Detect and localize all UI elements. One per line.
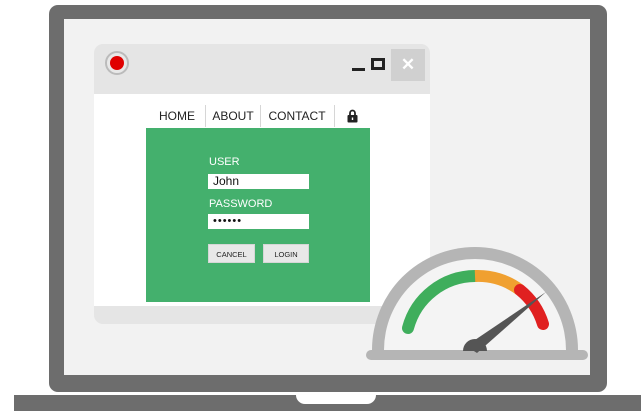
laptop-hinge-notch — [296, 395, 376, 404]
nav-bar: HOME ABOUT CONTACT — [146, 102, 370, 130]
user-label: USER — [209, 156, 240, 168]
record-button[interactable] — [105, 51, 129, 75]
lock-icon[interactable] — [347, 109, 358, 123]
minimize-icon[interactable] — [352, 68, 365, 71]
nav-home[interactable]: HOME — [150, 102, 204, 130]
maximize-icon[interactable] — [371, 58, 385, 70]
close-button[interactable]: ✕ — [391, 49, 425, 81]
nav-divider — [205, 105, 206, 127]
nav-divider — [334, 105, 335, 127]
password-field[interactable]: •••••• — [208, 214, 309, 229]
password-label: PASSWORD — [209, 198, 273, 210]
nav-divider — [260, 105, 261, 127]
record-icon — [110, 56, 124, 70]
cancel-button[interactable]: CANCEL — [208, 244, 255, 263]
user-field[interactable]: John — [208, 174, 309, 189]
login-button[interactable]: LOGIN — [263, 244, 309, 263]
nav-contact[interactable]: CONTACT — [262, 102, 332, 130]
login-panel: USER John PASSWORD •••••• CANCEL LOGIN — [146, 128, 370, 302]
speed-gauge — [366, 247, 588, 360]
nav-about[interactable]: ABOUT — [207, 102, 259, 130]
